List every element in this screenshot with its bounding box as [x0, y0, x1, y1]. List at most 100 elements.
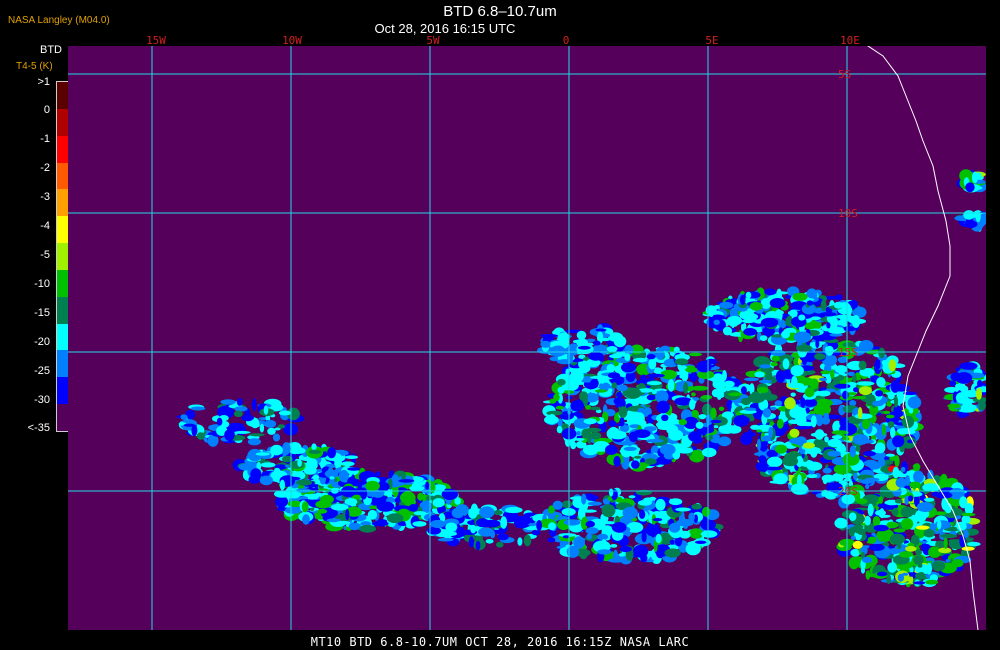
- cloud-pixel: [850, 536, 857, 540]
- cloud-pixel: [745, 291, 752, 299]
- cloud-pixel: [624, 344, 634, 355]
- cloud-pixel: [644, 458, 657, 465]
- cloud-pixel: [646, 373, 665, 378]
- cloud-pixel: [345, 455, 358, 460]
- cloud-pixel: [810, 432, 828, 438]
- cloud-pixel: [255, 452, 270, 456]
- cloud-pixel: [809, 378, 819, 390]
- cloud-pixel: [909, 481, 921, 489]
- cloud-pixel: [744, 407, 757, 411]
- cloud-pixel: [835, 294, 843, 301]
- cloud-pixel: [917, 563, 923, 568]
- cloud-pixel: [259, 423, 265, 433]
- cloud-pixel: [616, 384, 628, 392]
- legend-title: BTD: [40, 44, 62, 56]
- cloud-pixel: [855, 445, 861, 452]
- legend-label: 0: [43, 104, 50, 116]
- legend-units: T4-5 (K): [16, 61, 53, 72]
- cloud-pixel: [296, 479, 313, 486]
- cloud-pixel: [898, 551, 913, 558]
- cloud-pixel: [335, 520, 351, 525]
- legend-label: -10: [34, 278, 50, 290]
- cloud-pixel: [877, 503, 888, 508]
- cloud-pixel: [577, 345, 591, 350]
- cloud-pixel: [264, 419, 277, 428]
- cloud-pixel: [913, 555, 924, 565]
- cloud-pixel: [601, 539, 607, 546]
- cloud-pixel: [561, 500, 573, 509]
- cloud-pixel: [688, 431, 702, 442]
- cloud-pixel: [865, 483, 870, 490]
- cloud-pixel: [675, 507, 691, 512]
- cloud-pixel: [969, 218, 975, 229]
- cloud-pixel: [864, 515, 871, 526]
- cloud-pixel: [893, 396, 899, 408]
- cloud-pixel: [701, 447, 717, 458]
- cloud-pixel: [624, 353, 631, 362]
- cloud-pixel: [468, 508, 478, 519]
- cloud-pixel: [412, 521, 427, 527]
- legend-label: -1: [40, 133, 50, 145]
- cloud-pixel: [279, 479, 285, 491]
- cloud-pixel: [883, 410, 891, 415]
- cloud-pixel: [572, 380, 583, 386]
- cloud-pixel: [873, 524, 889, 532]
- cloud-pixel: [834, 383, 851, 389]
- cloud-pixel: [634, 412, 645, 425]
- cloud-pixel: [183, 423, 196, 427]
- legend-label: -15: [34, 307, 50, 319]
- cloud-pixel: [365, 480, 380, 491]
- cloud-pixel: [713, 319, 720, 325]
- cloud-pixel: [685, 542, 701, 556]
- cloud-pixel: [849, 445, 856, 458]
- cloud-pixel: [632, 357, 648, 363]
- cloud-pixel: [648, 358, 657, 370]
- cloud-pixel: [932, 560, 946, 572]
- cloud-pixel: [386, 513, 404, 523]
- cloud-pixel: [557, 386, 565, 394]
- cloud-pixel: [425, 481, 430, 490]
- cloud-pixel: [259, 475, 273, 486]
- cloud-pixel: [763, 393, 778, 401]
- cloud-pixel: [768, 426, 774, 438]
- cloud-pixel: [634, 455, 642, 459]
- cloud-pixel: [628, 431, 638, 443]
- cloud-pixel: [483, 519, 501, 528]
- cloud-pixel: [889, 533, 906, 545]
- cloud-pixel: [924, 497, 935, 502]
- cloud-pixel: [793, 331, 812, 343]
- cloud-pixel: [947, 403, 962, 409]
- cloud-pixel: [820, 370, 831, 375]
- cloud-pixel: [743, 328, 757, 336]
- cloud-pixel: [619, 546, 632, 553]
- cloud-pixel: [689, 399, 696, 411]
- cloud-pixel: [618, 406, 628, 418]
- cloud-pixel: [907, 396, 922, 409]
- cloud-pixel: [928, 546, 942, 558]
- cloud-pixel: [857, 407, 863, 419]
- cloud-pixel: [940, 533, 958, 539]
- cloud-pixel: [638, 509, 646, 519]
- cloud-pixel: [868, 544, 885, 551]
- cloud-pixel: [725, 384, 732, 392]
- cloud-pixel: [623, 446, 637, 451]
- cloud-pixel: [803, 398, 818, 407]
- cloud-pixel: [826, 322, 831, 329]
- cloud-pixel: [574, 438, 585, 441]
- cloud-pixel: [881, 423, 886, 436]
- cloud-pixel: [583, 444, 599, 456]
- cloud-pixel: [679, 374, 684, 379]
- cloud-pixel: [641, 531, 647, 543]
- cloud-pixel: [500, 516, 508, 529]
- cloud-pixel: [220, 399, 236, 405]
- cloud-pixel: [611, 382, 618, 389]
- cloud-pixel: [886, 521, 899, 529]
- cloud-pixel: [590, 432, 602, 440]
- cloud-pixel: [893, 528, 906, 533]
- cloud-pixel: [765, 466, 783, 471]
- cloud-pixel: [613, 335, 627, 348]
- cloud-pixel: [978, 400, 986, 411]
- cloud-pixel: [831, 430, 849, 435]
- cloud-pixel: [888, 359, 897, 372]
- cloud-pixel: [867, 536, 877, 544]
